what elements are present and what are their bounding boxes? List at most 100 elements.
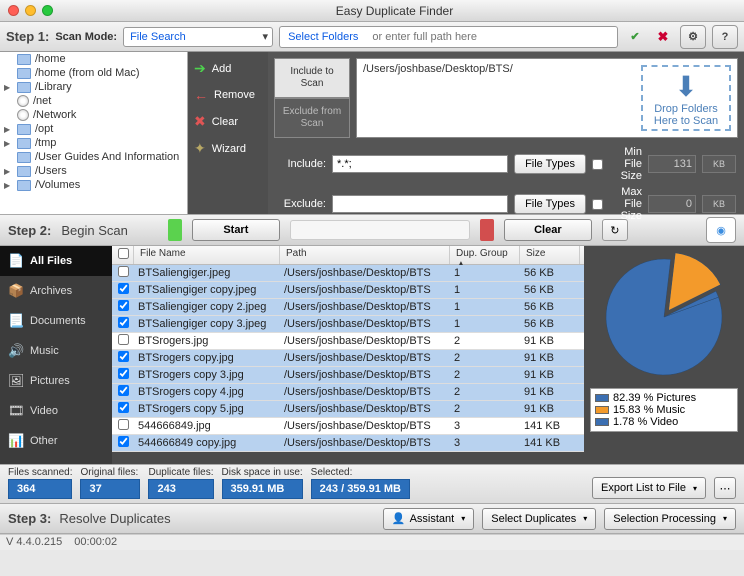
max-size-unit[interactable]: KB [702, 195, 736, 213]
tree-item-label: /net [33, 95, 51, 107]
scan-mode-select[interactable]: File Search [123, 27, 273, 47]
scan-path-box[interactable]: /Users/joshbase/Desktop/BTS/ ⬇ Drop Fold… [356, 58, 738, 138]
add-action[interactable]: ➔Add [194, 60, 262, 77]
preview-button[interactable]: ◉ [706, 217, 736, 243]
category-icon: 📄 [8, 253, 24, 269]
col-size[interactable]: Size [520, 246, 580, 264]
max-size-input[interactable] [648, 195, 696, 213]
tree-item[interactable]: ▶/Users [0, 164, 187, 178]
category-item[interactable]: 📦Archives [0, 276, 112, 306]
table-row[interactable]: BTSrogers copy 4.jpg/Users/joshbase/Desk… [112, 384, 584, 401]
tree-item-label: /home (from old Mac) [35, 67, 140, 79]
category-item[interactable]: 📄All Files [0, 246, 112, 276]
include-pattern-input[interactable] [332, 155, 508, 173]
table-row[interactable]: BTSaliengiger copy 2.jpeg/Users/joshbase… [112, 299, 584, 316]
table-row[interactable]: BTSaliengiger.jpeg/Users/joshbase/Deskto… [112, 265, 584, 282]
col-checkbox[interactable] [112, 246, 134, 264]
folder-icon [17, 152, 31, 163]
tree-item[interactable]: ▶/tmp [0, 136, 187, 150]
category-item[interactable]: 🖼Pictures [0, 366, 112, 396]
col-path[interactable]: Path [280, 246, 450, 264]
row-checkbox[interactable] [118, 300, 129, 311]
assistant-button[interactable]: 👤 Assistant [383, 508, 474, 530]
tree-item[interactable]: /User Guides And Information [0, 150, 187, 164]
row-checkbox[interactable] [118, 385, 129, 396]
row-checkbox[interactable] [118, 419, 129, 430]
tree-item[interactable]: /home [0, 52, 187, 66]
exclude-tab[interactable]: Exclude from Scan [274, 98, 350, 138]
table-rows[interactable]: BTSaliengiger.jpeg/Users/joshbase/Deskto… [112, 265, 584, 452]
tree-item[interactable]: /Network [0, 108, 187, 122]
row-checkbox[interactable] [118, 317, 129, 328]
category-item[interactable]: 📊Other [0, 426, 112, 456]
clear-action[interactable]: ✖Clear [194, 113, 262, 130]
row-checkbox[interactable] [118, 402, 129, 413]
drop-folders-hint[interactable]: ⬇ Drop Folders Here to Scan [641, 65, 731, 131]
col-dup-group[interactable]: Dup. Group ▲ [450, 246, 520, 264]
step3-bar: Step 3: Resolve Duplicates 👤 Assistant S… [0, 504, 744, 534]
folder-icon [17, 68, 31, 79]
select-duplicates-button[interactable]: Select Duplicates [482, 508, 596, 530]
folder-tree[interactable]: /home/home (from old Mac)▶/Library/net/N… [0, 52, 188, 214]
remove-action[interactable]: ←Remove [194, 87, 262, 103]
row-checkbox[interactable] [118, 351, 129, 362]
gear-icon: ⚙ [688, 30, 698, 43]
clear-button[interactable]: Clear [504, 219, 592, 241]
toolbar-step1: Step 1: Scan Mode: File Search Select Fo… [0, 22, 744, 52]
wizard-action[interactable]: ✦Wizard [194, 140, 262, 157]
tree-item[interactable]: ▶/Library [0, 80, 187, 94]
cell-filename: 544666849 copy.jpg [134, 437, 280, 449]
table-row[interactable]: BTSaliengiger copy 3.jpeg/Users/joshbase… [112, 316, 584, 333]
min-size-unit[interactable]: KB [702, 155, 736, 173]
row-checkbox[interactable] [118, 283, 129, 294]
table-row[interactable]: 544666849.jpg/Users/joshbase/Desktop/BTS… [112, 418, 584, 435]
cell-filename: BTSrogers copy 3.jpg [134, 369, 280, 381]
selection-processing-button[interactable]: Selection Processing [604, 508, 736, 530]
row-checkbox[interactable] [118, 266, 129, 277]
table-row[interactable]: BTSaliengiger copy.jpeg/Users/joshbase/D… [112, 282, 584, 299]
add-label: Add [212, 63, 232, 75]
min-size-input[interactable] [648, 155, 696, 173]
table-row[interactable]: BTSrogers copy 5.jpg/Users/joshbase/Desk… [112, 401, 584, 418]
confirm-path-icon[interactable]: ✔ [624, 26, 646, 48]
help-button[interactable]: ? [712, 25, 738, 49]
row-checkbox[interactable] [118, 368, 129, 379]
minimize-window-icon[interactable] [25, 5, 36, 16]
reload-button[interactable]: ↻ [602, 219, 628, 241]
row-checkbox[interactable] [118, 436, 129, 447]
export-extra-button[interactable]: ⋯ [714, 477, 736, 499]
table-row[interactable]: BTSrogers copy 3.jpg/Users/joshbase/Desk… [112, 367, 584, 384]
category-icon: 📊 [8, 433, 24, 449]
tree-item[interactable]: /net [0, 94, 187, 108]
export-list-button[interactable]: Export List to File [592, 477, 706, 499]
path-input[interactable] [366, 26, 618, 48]
file-types-exclude-button[interactable]: File Types [514, 194, 586, 214]
category-icon: 📦 [8, 283, 24, 299]
clear-path-icon[interactable]: ✖ [652, 26, 674, 48]
category-item[interactable]: 🔊Music [0, 336, 112, 366]
table-row[interactable]: BTSrogers.jpg/Users/joshbase/Desktop/BTS… [112, 333, 584, 350]
wizard-label: Wizard [212, 143, 246, 155]
row-checkbox[interactable] [118, 334, 129, 345]
col-filename[interactable]: File Name [134, 246, 280, 264]
tree-item[interactable]: ▶/Volumes [0, 178, 187, 192]
min-size-checkbox[interactable]: Min File Size [592, 146, 642, 182]
file-types-include-button[interactable]: File Types [514, 154, 586, 174]
tree-item[interactable]: ▶/opt [0, 122, 187, 136]
exclude-pattern-input[interactable] [332, 195, 508, 213]
table-row[interactable]: BTSrogers copy.jpg/Users/joshbase/Deskto… [112, 350, 584, 367]
step2-label: Step 2: [8, 223, 51, 238]
close-window-icon[interactable] [8, 5, 19, 16]
tree-item[interactable]: /home (from old Mac) [0, 66, 187, 80]
max-size-checkbox[interactable]: Max File Size [592, 186, 642, 222]
category-item[interactable]: 📃Documents [0, 306, 112, 336]
cell-path: /Users/joshbase/Desktop/BTS [280, 420, 450, 432]
select-folders-button[interactable]: Select Folders [279, 26, 366, 48]
start-button[interactable]: Start [192, 219, 280, 241]
zoom-window-icon[interactable] [42, 5, 53, 16]
category-item[interactable]: 🎞Video [0, 396, 112, 426]
settings-button[interactable]: ⚙ [680, 25, 706, 49]
table-row[interactable]: 544666849 copy.jpg/Users/joshbase/Deskto… [112, 435, 584, 452]
folder-input-group: Select Folders [279, 26, 618, 48]
include-tab[interactable]: Include to Scan [274, 58, 350, 98]
